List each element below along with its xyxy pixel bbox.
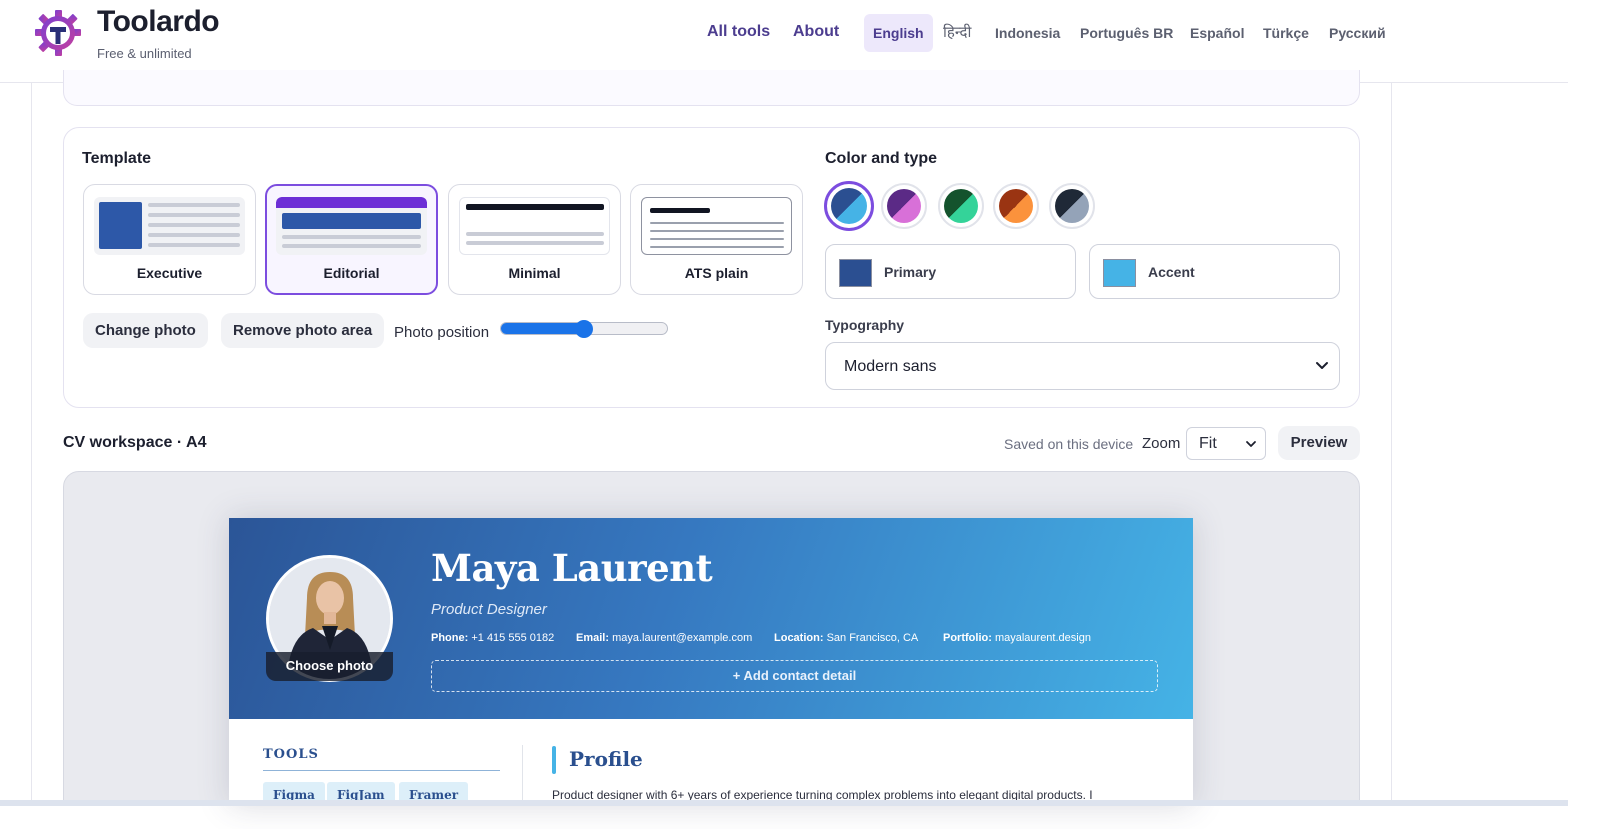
brand-tagline: Free & unlimited [97,46,192,61]
cv-tools-divider [263,770,500,771]
brand-name[interactable]: Toolardo [97,5,220,39]
cv-contact-email[interactable]: Email: maya.laurent@example.com [576,632,752,644]
cv-name[interactable]: Maya Laurent [431,546,713,590]
template-ats-plain-thumbnail [641,197,792,255]
preview-button[interactable]: Preview [1278,426,1360,460]
profile-accent-bar [552,746,556,774]
cv-contact-phone[interactable]: Phone: +1 415 555 0182 [431,632,554,644]
palette-split-fill [999,189,1033,223]
contact-label: Phone: [431,632,469,644]
bottom-scroll-strip [0,800,1568,806]
contact-label: Location: [774,632,824,644]
nav-about[interactable]: About [793,23,839,41]
cv-profile-heading[interactable]: Profile [569,747,643,771]
color-type-section-title: Color and type [825,150,938,167]
page-frame-right [1391,83,1392,806]
chevron-down-icon [1246,441,1256,447]
change-photo-button[interactable]: Change photo [83,313,208,348]
saved-status: Saved on this device [1004,436,1134,452]
lang-hindi[interactable]: हिन्दी [943,14,971,52]
lang-english[interactable]: English [864,14,933,52]
lang-spanish[interactable]: Español [1190,14,1244,52]
template-section-title: Template [82,150,152,167]
palette-split-fill [1055,189,1089,223]
zoom-select[interactable]: Fit [1186,427,1266,460]
primary-color-picker[interactable]: Primary [825,244,1076,299]
template-editorial-label: Editorial [323,265,380,281]
lang-indonesia[interactable]: Indonesia [995,14,1060,52]
typography-select[interactable]: Modern sans [825,342,1340,390]
remove-photo-area-button[interactable]: Remove photo area [221,313,385,348]
template-ats-plain[interactable]: ATS plain [630,184,803,295]
photo-position-slider-thumb[interactable] [575,320,593,338]
cv-contact-portfolio[interactable]: Portfolio: mayalaurent.design [943,632,1091,644]
primary-color-label: Primary [884,264,937,280]
template-editorial-thumbnail [276,197,427,255]
accent-color-swatch [1103,259,1136,287]
contact-value: San Francisco, CA [826,632,919,644]
previous-section-card [63,70,1360,106]
contact-value: mayalaurent.design [994,632,1091,644]
palette-split-fill [831,188,867,224]
cv-column-divider [522,745,523,806]
contact-label: Email: [576,632,610,644]
zoom-label: Zoom [1142,435,1181,452]
cv-page: Choose photo Maya Laurent Product Design… [229,518,1193,806]
cv-tools-heading[interactable]: TOOLS [263,747,319,762]
color-palette-swatch[interactable] [993,183,1039,229]
contact-label: Portfolio: [943,632,992,644]
lang-turkish[interactable]: Türkçe [1263,14,1309,52]
zoom-select-value: Fit [1199,435,1217,452]
accent-color-picker[interactable]: Accent [1089,244,1340,299]
add-contact-detail-button[interactable]: + Add contact detail [431,660,1158,692]
color-palette-swatch[interactable] [938,183,984,229]
contact-value: maya.laurent@example.com [612,632,753,644]
chevron-down-icon [1316,362,1328,369]
palette-split-fill [887,189,921,223]
workspace-title: CV workspace · A4 [63,434,207,451]
photo-position-fill [501,323,585,334]
accent-color-label: Accent [1148,264,1195,280]
cv-contact-location[interactable]: Location: San Francisco, CA [774,632,918,644]
template-editorial[interactable]: Editorial [265,184,438,295]
template-minimal[interactable]: Minimal [448,184,621,295]
primary-color-swatch [839,259,872,287]
template-minimal-label: Minimal [508,265,561,281]
template-executive-label: Executive [136,265,203,281]
photo-position-label: Photo position [394,324,490,341]
palette-split-fill [944,189,978,223]
toolardo-logo-icon[interactable] [34,9,82,57]
typography-label: Typography [825,317,905,333]
template-minimal-thumbnail [459,197,610,255]
color-palette-swatch[interactable] [881,183,927,229]
cv-role[interactable]: Product Designer [431,601,547,618]
template-executive[interactable]: Executive [83,184,256,295]
lang-portuguese[interactable]: Português BR [1080,14,1173,52]
choose-photo-button[interactable]: Choose photo [266,652,393,681]
nav-all-tools[interactable]: All tools [707,23,770,41]
typography-select-value: Modern sans [844,358,937,375]
lang-russian[interactable]: Русский [1329,14,1386,52]
page-frame-left [31,83,32,806]
template-executive-thumbnail [94,197,245,255]
template-ats-plain-label: ATS plain [684,265,749,281]
contact-value: +1 415 555 0182 [471,632,555,644]
color-palette-swatch[interactable] [824,181,874,231]
color-palette-swatch[interactable] [1049,183,1095,229]
